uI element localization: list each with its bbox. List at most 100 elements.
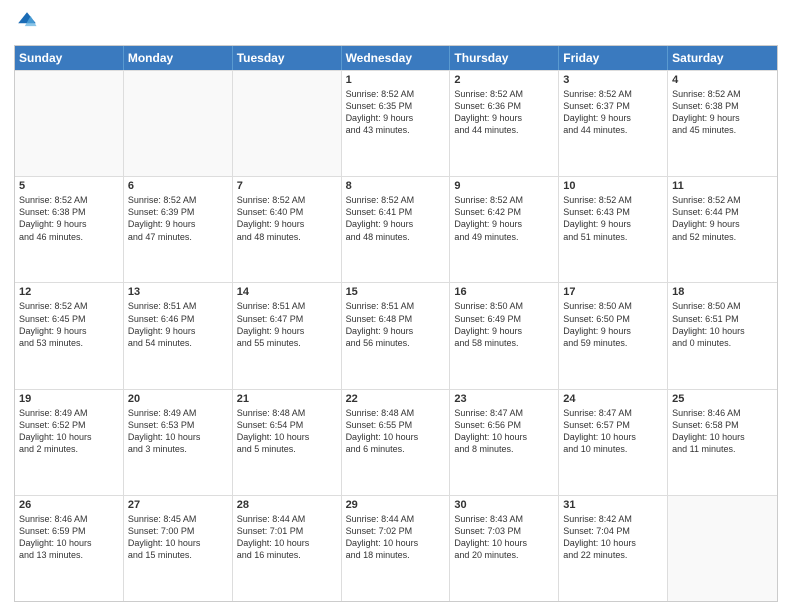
calendar-row-4: 26 Sunrise: 8:46 AM Sunset: 6:59 PM Dayli… <box>15 495 777 601</box>
day-number: 21 <box>237 393 337 405</box>
day-info: Sunrise: 8:52 AM Sunset: 6:38 PM Dayligh… <box>672 88 773 137</box>
day-number: 16 <box>454 286 554 298</box>
day-cell-14: 14 Sunrise: 8:51 AM Sunset: 6:47 PM Dayli… <box>233 283 342 388</box>
day-number: 11 <box>672 180 773 192</box>
day-cell-15: 15 Sunrise: 8:51 AM Sunset: 6:48 PM Dayli… <box>342 283 451 388</box>
day-number: 29 <box>346 499 446 511</box>
day-info: Sunrise: 8:42 AM Sunset: 7:04 PM Dayligh… <box>563 513 663 562</box>
day-number: 14 <box>237 286 337 298</box>
calendar: SundayMondayTuesdayWednesdayThursdayFrid… <box>14 45 778 602</box>
day-cell-1: 1 Sunrise: 8:52 AM Sunset: 6:35 PM Daylig… <box>342 71 451 176</box>
day-cell-8: 8 Sunrise: 8:52 AM Sunset: 6:41 PM Daylig… <box>342 177 451 282</box>
day-info: Sunrise: 8:48 AM Sunset: 6:54 PM Dayligh… <box>237 407 337 456</box>
day-info: Sunrise: 8:52 AM Sunset: 6:35 PM Dayligh… <box>346 88 446 137</box>
day-number: 12 <box>19 286 119 298</box>
day-cell-30: 30 Sunrise: 8:43 AM Sunset: 7:03 PM Dayli… <box>450 496 559 601</box>
day-cell-10: 10Sunrise: 8:52 AM Sunset: 6:43 PM Dayli… <box>559 177 668 282</box>
calendar-body: 1 Sunrise: 8:52 AM Sunset: 6:35 PM Daylig… <box>15 70 777 601</box>
day-info: Sunrise: 8:52 AM Sunset: 6:42 PM Dayligh… <box>454 194 554 243</box>
header-cell-monday: Monday <box>124 46 233 70</box>
day-info: Sunrise: 8:44 AM Sunset: 7:01 PM Dayligh… <box>237 513 337 562</box>
day-cell-20: 20 Sunrise: 8:49 AM Sunset: 6:53 PM Dayli… <box>124 390 233 495</box>
day-info: Sunrise: 8:50 AM Sunset: 6:50 PM Dayligh… <box>563 300 663 349</box>
day-cell-21: 21 Sunrise: 8:48 AM Sunset: 6:54 PM Dayli… <box>233 390 342 495</box>
header-cell-tuesday: Tuesday <box>233 46 342 70</box>
day-info: Sunrise: 8:48 AM Sunset: 6:55 PM Dayligh… <box>346 407 446 456</box>
day-info: Sunrise: 8:50 AM Sunset: 6:49 PM Dayligh… <box>454 300 554 349</box>
day-number: 8 <box>346 180 446 192</box>
day-info: Sunrise: 8:52 AM Sunset: 6:37 PM Dayligh… <box>563 88 663 137</box>
main-container: SundayMondayTuesdayWednesdayThursdayFrid… <box>0 0 792 612</box>
day-number: 18 <box>672 286 773 298</box>
day-number: 26 <box>19 499 119 511</box>
day-info: Sunrise: 8:52 AM Sunset: 6:38 PM Dayligh… <box>19 194 119 243</box>
day-cell-18: 18Sunrise: 8:50 AM Sunset: 6:51 PM Dayli… <box>668 283 777 388</box>
header <box>14 10 778 37</box>
calendar-header-row: SundayMondayTuesdayWednesdayThursdayFrid… <box>15 46 777 70</box>
calendar-row-0: 1 Sunrise: 8:52 AM Sunset: 6:35 PM Daylig… <box>15 70 777 176</box>
day-cell-25: 25 Sunrise: 8:46 AM Sunset: 6:58 PM Dayli… <box>668 390 777 495</box>
day-cell-5: 5 Sunrise: 8:52 AM Sunset: 6:38 PM Daylig… <box>15 177 124 282</box>
day-number: 6 <box>128 180 228 192</box>
day-number: 2 <box>454 74 554 86</box>
day-cell-22: 22Sunrise: 8:48 AM Sunset: 6:55 PM Dayli… <box>342 390 451 495</box>
day-cell-19: 19 Sunrise: 8:49 AM Sunset: 6:52 PM Dayli… <box>15 390 124 495</box>
day-cell-16: 16 Sunrise: 8:50 AM Sunset: 6:49 PM Dayli… <box>450 283 559 388</box>
day-info: Sunrise: 8:52 AM Sunset: 6:43 PM Dayligh… <box>563 194 663 243</box>
day-info: Sunrise: 8:46 AM Sunset: 6:58 PM Dayligh… <box>672 407 773 456</box>
calendar-row-3: 19 Sunrise: 8:49 AM Sunset: 6:52 PM Dayli… <box>15 389 777 495</box>
day-cell-26: 26 Sunrise: 8:46 AM Sunset: 6:59 PM Dayli… <box>15 496 124 601</box>
day-info: Sunrise: 8:46 AM Sunset: 6:59 PM Dayligh… <box>19 513 119 562</box>
day-info: Sunrise: 8:52 AM Sunset: 6:44 PM Dayligh… <box>672 194 773 243</box>
day-cell-7: 7 Sunrise: 8:52 AM Sunset: 6:40 PM Daylig… <box>233 177 342 282</box>
day-cell-11: 11 Sunrise: 8:52 AM Sunset: 6:44 PM Dayli… <box>668 177 777 282</box>
logo-icon <box>16 10 38 32</box>
header-cell-thursday: Thursday <box>450 46 559 70</box>
day-info: Sunrise: 8:51 AM Sunset: 6:48 PM Dayligh… <box>346 300 446 349</box>
day-cell-17: 17Sunrise: 8:50 AM Sunset: 6:50 PM Dayli… <box>559 283 668 388</box>
day-cell-31: 31Sunrise: 8:42 AM Sunset: 7:04 PM Dayli… <box>559 496 668 601</box>
day-info: Sunrise: 8:52 AM Sunset: 6:41 PM Dayligh… <box>346 194 446 243</box>
day-info: Sunrise: 8:49 AM Sunset: 6:53 PM Dayligh… <box>128 407 228 456</box>
day-number: 25 <box>672 393 773 405</box>
calendar-row-2: 12 Sunrise: 8:52 AM Sunset: 6:45 PM Dayli… <box>15 282 777 388</box>
day-cell-9: 9 Sunrise: 8:52 AM Sunset: 6:42 PM Daylig… <box>450 177 559 282</box>
day-info: Sunrise: 8:52 AM Sunset: 6:40 PM Dayligh… <box>237 194 337 243</box>
day-cell-3: 3 Sunrise: 8:52 AM Sunset: 6:37 PM Daylig… <box>559 71 668 176</box>
day-cell-27: 27 Sunrise: 8:45 AM Sunset: 7:00 PM Dayli… <box>124 496 233 601</box>
day-cell-6: 6Sunrise: 8:52 AM Sunset: 6:39 PM Daylig… <box>124 177 233 282</box>
day-number: 13 <box>128 286 228 298</box>
day-cell-13: 13Sunrise: 8:51 AM Sunset: 6:46 PM Dayli… <box>124 283 233 388</box>
day-number: 19 <box>19 393 119 405</box>
day-info: Sunrise: 8:51 AM Sunset: 6:47 PM Dayligh… <box>237 300 337 349</box>
day-number: 7 <box>237 180 337 192</box>
logo <box>14 10 42 37</box>
day-cell-4: 4Sunrise: 8:52 AM Sunset: 6:38 PM Daylig… <box>668 71 777 176</box>
day-number: 30 <box>454 499 554 511</box>
day-info: Sunrise: 8:49 AM Sunset: 6:52 PM Dayligh… <box>19 407 119 456</box>
day-number: 9 <box>454 180 554 192</box>
day-info: Sunrise: 8:47 AM Sunset: 6:56 PM Dayligh… <box>454 407 554 456</box>
day-cell-24: 24Sunrise: 8:47 AM Sunset: 6:57 PM Dayli… <box>559 390 668 495</box>
day-info: Sunrise: 8:52 AM Sunset: 6:45 PM Dayligh… <box>19 300 119 349</box>
day-number: 24 <box>563 393 663 405</box>
day-info: Sunrise: 8:45 AM Sunset: 7:00 PM Dayligh… <box>128 513 228 562</box>
day-number: 3 <box>563 74 663 86</box>
header-cell-friday: Friday <box>559 46 668 70</box>
day-info: Sunrise: 8:44 AM Sunset: 7:02 PM Dayligh… <box>346 513 446 562</box>
day-number: 20 <box>128 393 228 405</box>
day-number: 1 <box>346 74 446 86</box>
day-number: 15 <box>346 286 446 298</box>
calendar-row-1: 5 Sunrise: 8:52 AM Sunset: 6:38 PM Daylig… <box>15 176 777 282</box>
day-number: 27 <box>128 499 228 511</box>
empty-cell-0-1 <box>124 71 233 176</box>
empty-cell-0-2 <box>233 71 342 176</box>
day-info: Sunrise: 8:43 AM Sunset: 7:03 PM Dayligh… <box>454 513 554 562</box>
day-cell-2: 2 Sunrise: 8:52 AM Sunset: 6:36 PM Daylig… <box>450 71 559 176</box>
day-cell-29: 29 Sunrise: 8:44 AM Sunset: 7:02 PM Dayli… <box>342 496 451 601</box>
header-cell-sunday: Sunday <box>15 46 124 70</box>
day-info: Sunrise: 8:52 AM Sunset: 6:36 PM Dayligh… <box>454 88 554 137</box>
day-number: 5 <box>19 180 119 192</box>
header-cell-wednesday: Wednesday <box>342 46 451 70</box>
empty-cell-4-6 <box>668 496 777 601</box>
